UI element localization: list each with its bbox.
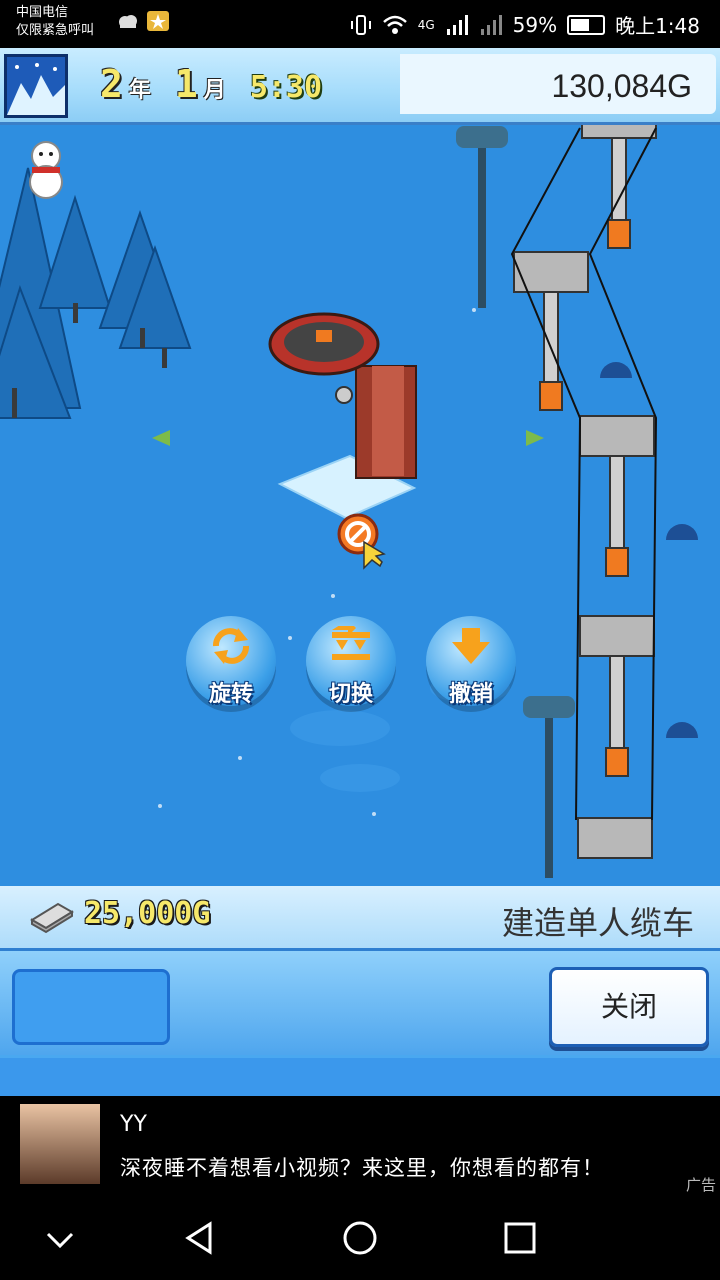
switch-button[interactable]: 切换 (306, 616, 396, 707)
ad-banner[interactable]: YY 深夜睡不着想看小视频？来这里，你想看的都有！ 广告 (0, 1096, 720, 1196)
snow-field (0, 48, 720, 886)
top-hud: 2 年 1 月 5:30 130,084G (0, 48, 720, 125)
signal-no-sim-icon (480, 14, 502, 35)
navigation-bar (0, 1196, 720, 1280)
winter-season-icon[interactable] (4, 54, 68, 118)
close-button[interactable]: 关闭 (549, 967, 709, 1047)
undo-button[interactable]: 撤销 (426, 616, 516, 707)
ad-text: 深夜睡不着想看小视频？来这里，你想看的都有！ (120, 1156, 604, 1180)
panel-button-row: 关闭 (0, 951, 720, 1055)
panel-footer (0, 1058, 720, 1096)
back-icon[interactable] (180, 1218, 220, 1258)
cost-bar: 25,000G 建造单人缆车 (0, 886, 720, 951)
switch-icon (332, 626, 370, 660)
build-panel: 25,000G 建造单人缆车 关闭 (0, 886, 720, 1096)
app-notification-icon (147, 11, 169, 31)
clock: 晚上1:48 (615, 14, 700, 38)
switch-label: 切换 (328, 682, 373, 707)
snowman-icon[interactable] (18, 136, 74, 200)
month-value: 1 (174, 62, 198, 106)
carrier-info: 中国电信 仅限紧急呼叫 (16, 4, 94, 40)
signal-icon (446, 14, 468, 35)
carrier-name: 中国电信 (16, 5, 69, 20)
month-unit: 月 (203, 78, 226, 103)
wifi-icon (382, 15, 407, 34)
build-cost: 25,000G (84, 896, 211, 931)
battery-percent: 59% (512, 12, 558, 37)
cash-icon (30, 902, 74, 934)
money-display: 130,084G (400, 54, 716, 114)
rotate-button[interactable]: 旋转 (186, 616, 276, 707)
build-item-title: 建造单人缆车 (501, 904, 694, 942)
rotate-label: 旋转 (208, 682, 253, 707)
ad-label: 广告 (685, 1176, 716, 1194)
undo-arrow-icon (452, 628, 490, 664)
network-type: 4G (417, 17, 435, 32)
hide-nav-icon[interactable] (40, 1218, 80, 1258)
status-bar: 中国电信 仅限紧急呼叫 4G 59% 晚上1:48 (0, 0, 720, 48)
vibrate-icon (350, 14, 371, 35)
cancel-placement-icon[interactable] (336, 512, 386, 570)
recent-apps-icon[interactable] (500, 1218, 540, 1258)
year-unit: 年 (128, 78, 151, 103)
weather-icon (119, 15, 137, 28)
rotate-icon (213, 628, 249, 664)
game-viewport[interactable]: 2 年 1 月 5:30 130,084G 旋转 切换 撤销 (0, 48, 720, 886)
money-value: 130,084G (551, 68, 692, 104)
empty-slot-button[interactable] (12, 969, 170, 1045)
emergency-only-text: 仅限紧急呼叫 (16, 23, 95, 38)
game-date: 2 年 1 月 5:30 (100, 62, 322, 106)
undo-label: 撤销 (448, 682, 493, 707)
battery-icon (567, 14, 606, 35)
ad-title: YY (120, 1112, 147, 1137)
game-time: 5:30 (249, 70, 323, 105)
ad-image[interactable] (20, 1104, 100, 1184)
year-value: 2 (100, 62, 123, 106)
home-icon[interactable] (340, 1218, 380, 1258)
